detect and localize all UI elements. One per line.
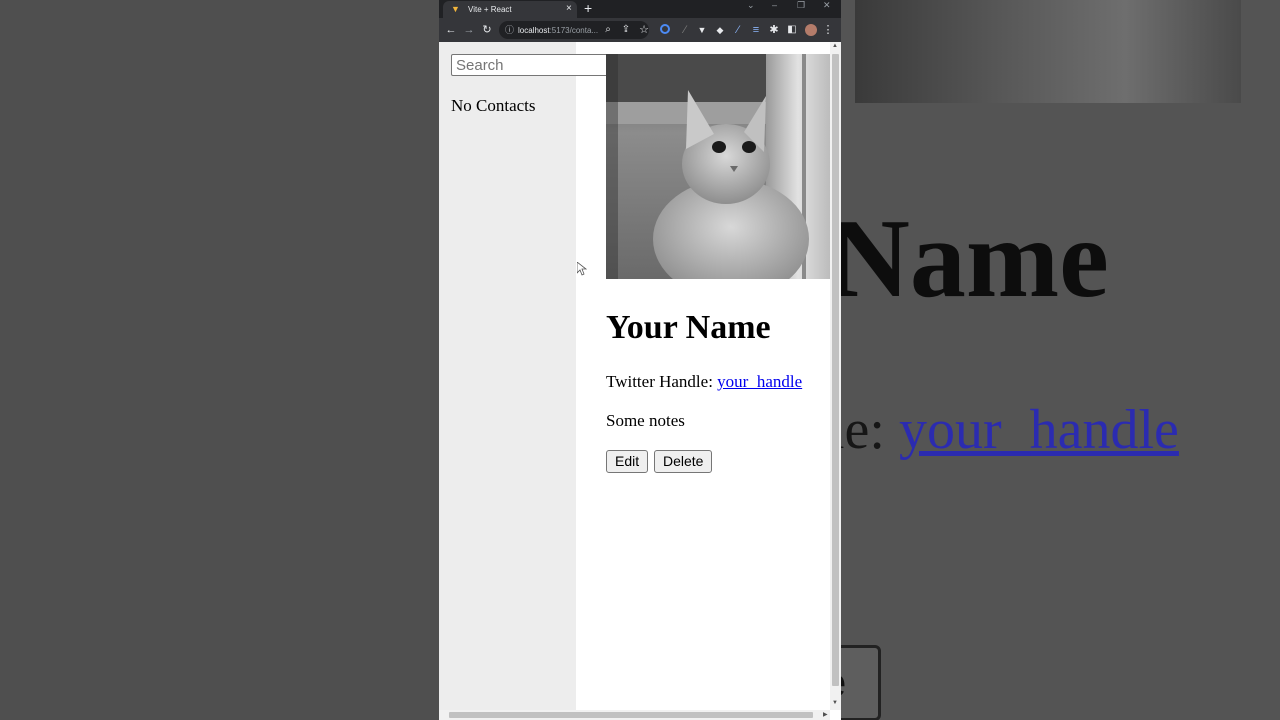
close-window-button[interactable]: ✕	[823, 0, 831, 10]
vertical-scroll-thumb[interactable]	[832, 54, 839, 686]
url-host: localhost	[518, 26, 550, 35]
delete-button[interactable]: Delete	[654, 450, 713, 473]
background-handle-text: le: your_handle	[841, 398, 1179, 462]
twitter-handle-line: Twitter Handle: your_handle	[606, 372, 802, 392]
contact-name-heading: Your Name	[606, 309, 771, 346]
search-input[interactable]	[451, 54, 621, 76]
restore-button[interactable]: ❐	[797, 0, 805, 10]
extensions-puzzle-icon[interactable]: ✱	[767, 23, 781, 37]
vite-favicon-icon: ▼	[451, 4, 460, 14]
side-panel-icon[interactable]: ◧	[785, 23, 799, 37]
page-viewport: No Contacts Search Your Name Twitter Han…	[439, 42, 841, 720]
new-tab-button[interactable]: +	[584, 1, 592, 16]
no-contacts-message: No Contacts	[451, 96, 536, 115]
background-button: e	[841, 645, 881, 720]
scroll-up-arrow-icon[interactable]: ▲	[832, 43, 838, 50]
background-handle-prefix: le:	[841, 399, 885, 461]
profile-avatar[interactable]	[805, 24, 817, 36]
site-info-icon[interactable]: ⓘ	[505, 24, 514, 36]
mouse-cursor-icon	[577, 262, 587, 276]
cat-photo-illustration	[606, 54, 830, 279]
share-icon[interactable]: ⇪	[619, 23, 633, 37]
minimize-button[interactable]: –	[772, 0, 777, 10]
background-photo	[855, 0, 1241, 103]
background-name-text: Name	[841, 197, 1109, 321]
browser-window: ▼ Vite + React × + ⌄ – ❐ ✕ ← → ↻ ⓘ local…	[439, 0, 841, 720]
contact-notes: Some notes	[606, 411, 685, 430]
url-path: :5173/conta...	[549, 26, 599, 35]
tab-search-icon[interactable]: ⌄	[747, 0, 755, 10]
forward-arrow-icon[interactable]: →	[462, 23, 476, 37]
contact-avatar-photo	[606, 54, 830, 279]
reload-icon[interactable]: ↻	[480, 23, 494, 37]
extension-pen-icon[interactable]: ∕	[678, 23, 692, 37]
scroll-right-arrow-icon[interactable]: ▶	[823, 711, 828, 719]
address-text: localhost:5173/conta...	[518, 25, 598, 36]
extension-sliders-icon[interactable]: ≡	[749, 23, 763, 37]
background-handle-link: your_handle	[898, 399, 1179, 461]
kebab-menu-icon[interactable]: ⋮	[821, 23, 835, 37]
tab-strip: ▼ Vite + React × + ⌄ – ❐ ✕	[439, 0, 841, 18]
contacts-sidebar: No Contacts	[439, 42, 576, 710]
browser-tab-active[interactable]: ▼ Vite + React ×	[443, 1, 577, 18]
browser-toolbar: ← → ↻ ⓘ localhost:5173/conta... ⌕ ⇪ ☆ ∕ …	[439, 18, 841, 42]
twitter-label: Twitter Handle:	[606, 372, 718, 391]
zoom-icon[interactable]: ⌕	[601, 23, 615, 37]
background-zoomed-copy: Name le: your_handle e	[841, 0, 1280, 720]
back-arrow-icon[interactable]: ←	[444, 23, 458, 37]
vertical-scrollbar[interactable]: ▲ ▼	[830, 42, 841, 710]
extension-circle-icon[interactable]	[660, 24, 670, 34]
twitter-handle-link[interactable]: your_handle	[717, 372, 802, 391]
vue-devtools-icon[interactable]: ▼	[695, 23, 709, 37]
eyedropper-icon[interactable]: ⁄	[731, 23, 745, 37]
extension-tag-icon[interactable]: ◆	[713, 23, 727, 37]
scroll-down-arrow-icon[interactable]: ▼	[832, 700, 838, 707]
horizontal-scrollbar[interactable]: ▶	[439, 710, 830, 720]
tab-close-icon[interactable]: ×	[566, 3, 572, 15]
edit-button[interactable]: Edit	[606, 450, 649, 473]
bookmark-star-icon[interactable]: ☆	[637, 23, 651, 37]
horizontal-scroll-thumb[interactable]	[449, 712, 813, 718]
tab-title: Vite + React	[468, 5, 512, 14]
